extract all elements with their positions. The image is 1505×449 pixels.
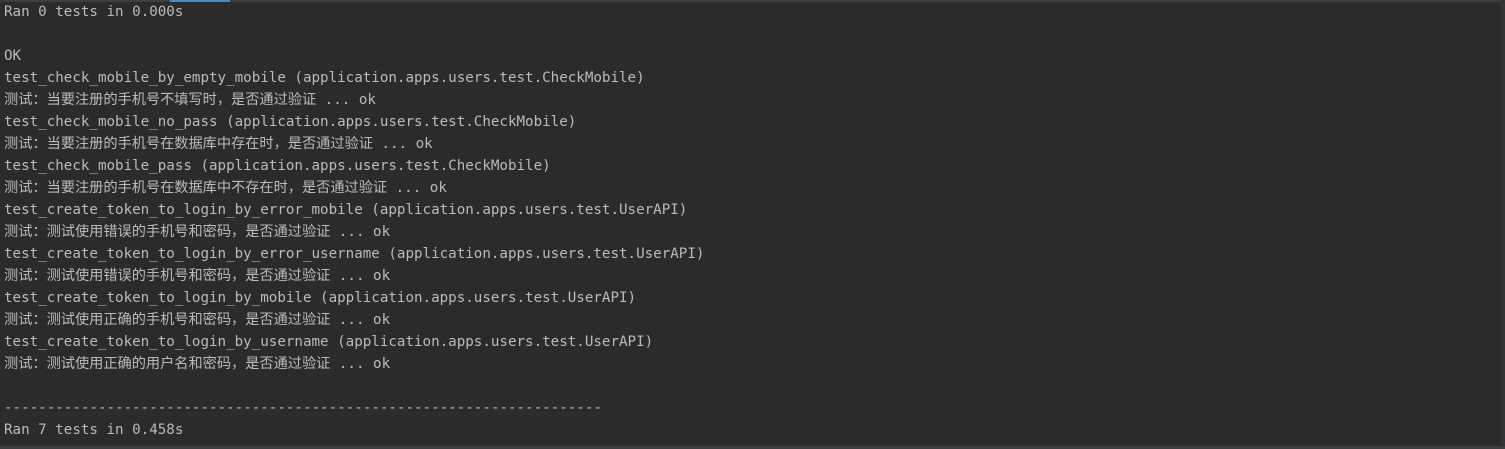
console-line: test_create_token_to_login_by_error_user…	[4, 246, 705, 262]
console-line: test_create_token_to_login_by_mobile (ap…	[4, 290, 637, 306]
separator-line: ----------------------------------------…	[4, 400, 602, 416]
console-line: 测试：测试使用错误的手机号和密码，是否通过验证 ... ok	[4, 268, 391, 284]
console-line: test_create_token_to_login_by_username (…	[4, 334, 654, 350]
scrollbar-track[interactable]	[1501, 0, 1505, 449]
console-line: Ran 7 tests in 0.458s	[4, 422, 184, 438]
console-line: OK	[4, 48, 22, 64]
console-line: test_check_mobile_by_empty_mobile (appli…	[4, 70, 645, 86]
console-line: 测试：测试使用错误的手机号和密码，是否通过验证 ... ok	[4, 224, 391, 240]
console-line: 测试：测试使用正确的手机号和密码，是否通过验证 ... ok	[4, 312, 391, 328]
console-line: 测试：测试使用正确的用户名和密码，是否通过验证 ... ok	[4, 356, 391, 372]
console-line: test_check_mobile_no_pass (application.a…	[4, 114, 577, 130]
console-line: 测试：当要注册的手机号不填写时，是否通过验证 ... ok	[4, 92, 376, 108]
console-line: test_check_mobile_pass (application.apps…	[4, 158, 551, 174]
run-console-panel[interactable]: Ran 0 tests in 0.000s OK test_check_mobile…	[0, 0, 1505, 449]
console-line: Ran 0 tests in 0.000s	[4, 4, 184, 20]
console-line: test_create_token_to_login_by_error_mobi…	[4, 202, 688, 218]
console-output[interactable]: Ran 0 tests in 0.000s OK test_check_mobile…	[4, 1, 704, 441]
console-line: 测试：当要注册的手机号在数据库中存在时，是否通过验证 ... ok	[4, 136, 433, 152]
console-line: 测试：当要注册的手机号在数据库中不存在时，是否通过验证 ... ok	[4, 180, 447, 196]
